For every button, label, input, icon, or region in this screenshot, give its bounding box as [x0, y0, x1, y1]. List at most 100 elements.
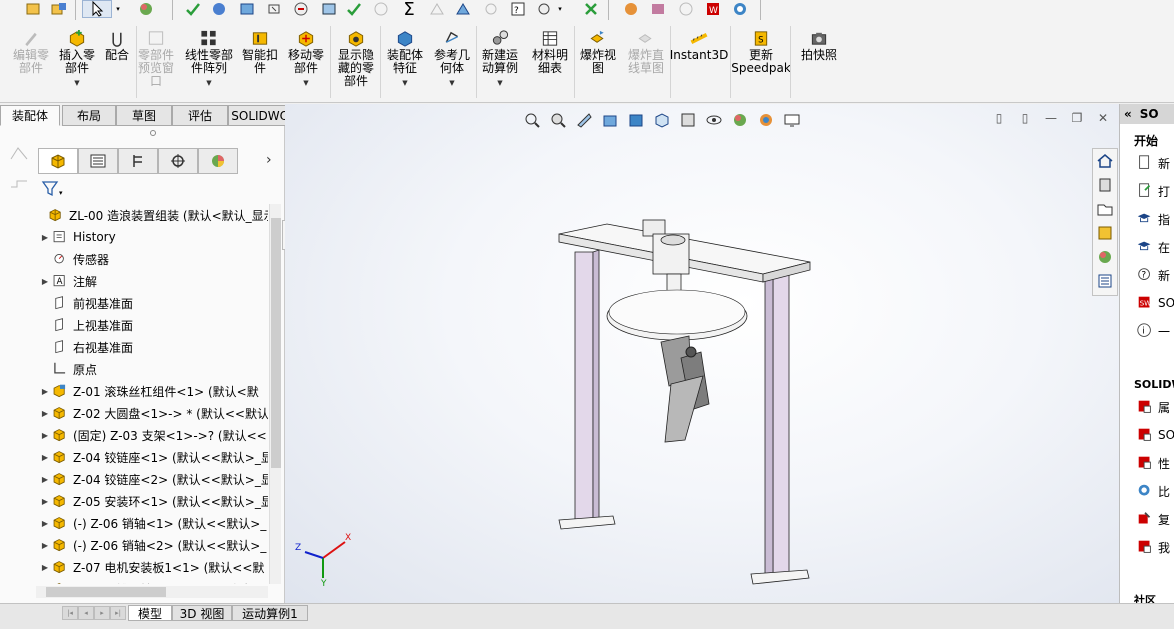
dropdown-caret-icon[interactable]: ▼: [497, 77, 502, 90]
tree-row[interactable]: 前视基准面: [40, 292, 133, 314]
tile-right-icon[interactable]: ▯: [1017, 110, 1033, 126]
last-tab-button[interactable]: ▸|: [110, 606, 126, 620]
tree-vertical-scrollbar[interactable]: [269, 204, 281, 584]
tree-row[interactable]: ▶ (-) Z-06 销轴<2> (默认<<默认>_: [40, 534, 266, 556]
move-component-button[interactable]: 移动零 部件 ▼: [286, 28, 326, 90]
select-pointer-icon[interactable]: [82, 0, 112, 18]
tree-row[interactable]: ▶ Z-07 电机安装板1<1> (默认<<默: [40, 556, 265, 578]
scene-icon[interactable]: [755, 110, 777, 130]
assembly-open-icon[interactable]: [48, 0, 70, 18]
restore-icon[interactable]: ❐: [1069, 110, 1085, 126]
mass-icon[interactable]: [426, 0, 448, 18]
display-style-icon[interactable]: [677, 110, 699, 130]
tree-row[interactable]: ▶ (-) Z-06 销轴<1> (默认<<默认>_: [40, 512, 266, 534]
dropdown-caret-icon[interactable]: ▼: [402, 77, 407, 90]
tree-row[interactable]: ▶ History: [40, 226, 116, 248]
prev-tab-button[interactable]: ◂: [78, 606, 94, 620]
smart-fasteners-button[interactable]: 智能扣 件: [240, 28, 280, 75]
minimize-icon[interactable]: —: [1043, 110, 1059, 126]
tree-row[interactable]: 传感器: [40, 248, 109, 270]
options-icon[interactable]: [533, 0, 555, 18]
design-library-icon[interactable]: [1093, 173, 1117, 197]
tree-row[interactable]: ZL-00 造浪装置组装 (默认<默认_显示: [36, 204, 268, 226]
snapshot-button[interactable]: 拍快照: [800, 28, 838, 62]
expand-arrow-icon[interactable]: ▶: [40, 233, 50, 242]
expand-arrow-icon[interactable]: ▶: [40, 409, 50, 418]
insert-component-button[interactable]: 插入零 部件 ▼: [58, 28, 96, 90]
assembly-model[interactable]: [535, 204, 835, 604]
expand-arrow-icon[interactable]: ▶: [40, 431, 50, 440]
assembly-new-icon[interactable]: [22, 0, 44, 18]
tab-dimxpert-manager[interactable]: [158, 148, 198, 174]
speedpak-button[interactable]: S 更新 Speedpak: [731, 28, 791, 75]
tree-row[interactable]: ▶ A 注解: [40, 270, 97, 292]
tree-row[interactable]: ▶ (固定) Z-03 支架<1>->? (默认<<: [40, 424, 267, 446]
evaluate-icon[interactable]: [236, 0, 258, 18]
task-pane-link[interactable]: 在: [1136, 236, 1170, 258]
home-icon[interactable]: [1093, 149, 1117, 173]
assembly-feature-button[interactable]: 装配体 特征 ▼: [385, 28, 425, 90]
edit-appearance-icon[interactable]: [729, 110, 751, 130]
task-pane-link[interactable]: i一: [1136, 320, 1170, 342]
word-export-icon[interactable]: W: [702, 0, 724, 18]
tab-3d-view[interactable]: 3D 视图: [172, 605, 232, 621]
expand-arrow-icon[interactable]: ▶: [40, 563, 50, 572]
expand-arrow-icon[interactable]: ▶: [40, 453, 50, 462]
sensor-tool-icon[interactable]: [480, 0, 502, 18]
tree-row[interactable]: ▶ Z-01 滚珠丝杠组件<1> (默认<默: [40, 380, 259, 402]
task-pane-link[interactable]: 性: [1136, 452, 1170, 474]
tree-horizontal-scrollbar[interactable]: [36, 586, 268, 598]
panel-grip-handle[interactable]: [150, 130, 156, 136]
next-tab-button[interactable]: ▸: [94, 606, 110, 620]
collapse-icon[interactable]: «: [1124, 107, 1132, 121]
rebuild-icon[interactable]: [263, 0, 285, 18]
task-pane-link[interactable]: SW SO: [1136, 292, 1174, 314]
tree-row[interactable]: 上视基准面: [40, 314, 133, 336]
expand-arrow-icon[interactable]: ▶: [40, 519, 50, 528]
new-motion-study-button[interactable]: 新建运 动算例 ▼: [480, 28, 520, 90]
tab-model[interactable]: 模型: [128, 605, 172, 621]
expand-arrow-icon[interactable]: ▶: [40, 497, 50, 506]
expand-arrow-icon[interactable]: ▶: [40, 541, 50, 550]
property-icon[interactable]: ?: [507, 0, 529, 18]
component-preview-button[interactable]: 零部件 预览窗 口: [136, 28, 176, 88]
tab-configuration-manager[interactable]: [118, 148, 158, 174]
measure-icon[interactable]: [208, 0, 230, 18]
task-pane-link[interactable]: ? 新: [1136, 264, 1170, 286]
task-pane-link[interactable]: 指: [1136, 208, 1170, 230]
edit-component-button[interactable]: 编辑零 部件: [12, 28, 50, 75]
file-explorer-icon[interactable]: [1093, 197, 1117, 221]
expand-arrow-icon[interactable]: ▶: [40, 387, 50, 396]
tab-2[interactable]: 草图: [116, 105, 172, 126]
tree-row[interactable]: ▶ Z-02 大圆盘<1>-> * (默认<<默认: [40, 402, 268, 424]
expand-arrow-icon[interactable]: ▶: [40, 475, 50, 484]
xpress-icon[interactable]: [580, 0, 602, 18]
close-icon[interactable]: ✕: [1095, 110, 1111, 126]
tab-property-manager[interactable]: [78, 148, 118, 174]
dropdown-caret-icon[interactable]: ▼: [206, 77, 211, 90]
chevron-right-icon[interactable]: ›: [266, 152, 272, 168]
task-pane-link[interactable]: 比: [1136, 480, 1170, 502]
scrollbar-thumb[interactable]: [271, 218, 281, 468]
zoom-to-fit-icon[interactable]: [521, 110, 543, 130]
hide-show-icon[interactable]: [703, 110, 725, 130]
section-icon[interactable]: [452, 0, 474, 18]
exploded-view-button[interactable]: 爆炸视 图: [578, 28, 618, 75]
tree-row[interactable]: 原点: [40, 358, 97, 380]
help-ring-icon[interactable]: [729, 0, 751, 18]
sum-icon[interactable]: Σ: [398, 0, 420, 20]
tile-left-icon[interactable]: ▯: [991, 110, 1007, 126]
task-pane-link[interactable]: 复: [1136, 508, 1170, 530]
task-pane-link[interactable]: 新: [1136, 152, 1170, 174]
view-palette-icon[interactable]: [1093, 221, 1117, 245]
view-settings-icon[interactable]: [781, 110, 803, 130]
tab-0[interactable]: 装配体: [0, 105, 60, 126]
expand-arrow-icon[interactable]: ▶: [40, 277, 50, 286]
tree-row[interactable]: ▶ Z-04 铰链座<2> (默认<<默认>_显: [40, 468, 268, 490]
scrollbar-thumb[interactable]: [46, 587, 166, 597]
first-tab-button[interactable]: |◂: [62, 606, 78, 620]
bom-button[interactable]: 材料明 细表: [530, 28, 570, 75]
filter-icon[interactable]: ▾: [40, 179, 66, 199]
assembly-visualization-icon[interactable]: [318, 0, 340, 18]
spell-check-icon[interactable]: [182, 0, 204, 18]
